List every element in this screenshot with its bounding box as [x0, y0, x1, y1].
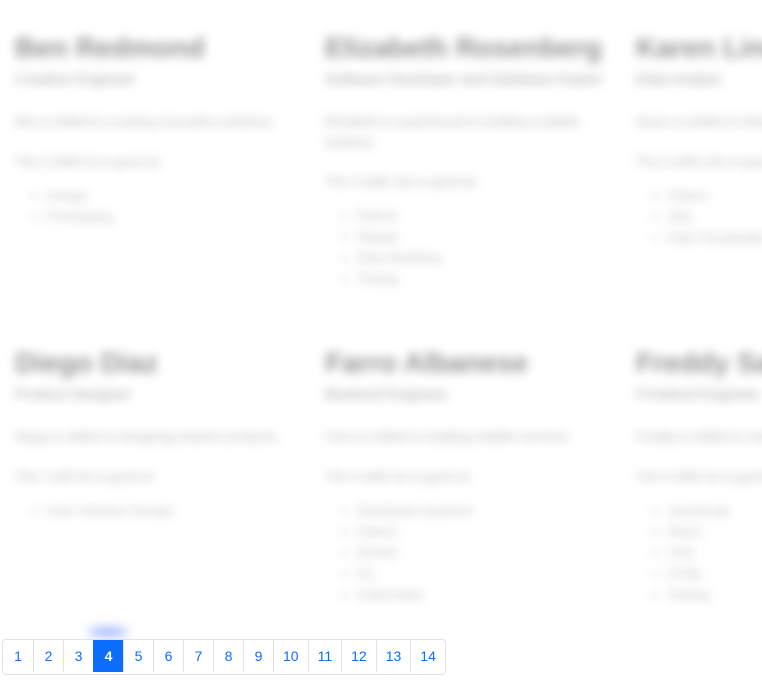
page-button-13[interactable]: 13: [375, 640, 411, 672]
card-description: Elizabeth is experienced in building sca…: [325, 114, 580, 149]
focus-glow: [88, 627, 128, 637]
card-description: Karen is skilled in interpreting data.: [636, 114, 762, 129]
page-button-10[interactable]: 10: [273, 640, 308, 672]
skill-item: Python: [357, 521, 615, 542]
skill-item: Testing: [357, 268, 615, 289]
team-card: Elizabeth Rosenberg Software Developer a…: [325, 32, 615, 289]
page-button-3[interactable]: 3: [63, 640, 93, 672]
card-skills-heading: The 4 skills she is good at:: [325, 174, 479, 189]
skill-item: Python: [357, 205, 615, 226]
card-role: Backend Engineer: [325, 386, 448, 403]
card-role: Software Developer and Database Expert: [325, 71, 602, 88]
skill-item: Django: [357, 226, 615, 247]
skill-item: React: [668, 521, 762, 542]
page-button-11[interactable]: 11: [307, 640, 342, 672]
skill-item: Docker: [357, 542, 615, 563]
card-description: Ben is skilled in creating innovative so…: [15, 114, 276, 129]
skill-item: Python: [668, 185, 762, 206]
card-name: Diego Diaz: [15, 347, 159, 378]
team-card: Diego Diaz Product Designer Diego is ski…: [15, 347, 305, 521]
pagination: 1 2 3 4 5 6 7 8 9 10 11 12 13 14: [2, 639, 446, 675]
card-skills-heading: The 2 skills he is good at:: [15, 154, 162, 169]
card-skills-heading: The 1 skill he is good at:: [15, 469, 156, 484]
skill-item: Data Modeling: [357, 247, 615, 268]
page: Ben Redmond Creative Engineer Ben is ski…: [0, 0, 762, 681]
page-button-2[interactable]: 2: [33, 640, 63, 672]
skill-item: SQL: [668, 206, 762, 227]
skill-item: Go: [357, 563, 615, 584]
page-button-14[interactable]: 14: [410, 640, 445, 672]
skill-item: CSS: [668, 542, 762, 563]
page-button-4[interactable]: 4: [93, 640, 123, 672]
skill-item: Kubernetes: [357, 584, 615, 605]
card-skills-list: JavaScript React CSS HTML Testing: [636, 500, 762, 605]
skill-item: HTML: [668, 563, 762, 584]
card-description: Diego is skilled in designing intuitive …: [15, 429, 280, 444]
card-name: Elizabeth Rosenberg: [325, 32, 602, 63]
team-card: Freddy Santos Frontend Engineer Freddy i…: [636, 347, 762, 605]
card-role: Frontend Engineer: [636, 386, 761, 403]
team-card: Ben Redmond Creative Engineer Ben is ski…: [15, 32, 305, 227]
card-skills-list: Design Prototyping: [15, 185, 305, 227]
skill-item: User Interface Design: [47, 500, 305, 521]
card-skills-heading: The 5 skills he is good at:: [325, 469, 472, 484]
card-skills-list: Distributed Systems Python Docker Go Kub…: [325, 500, 615, 605]
card-skills-list: Python SQL Data Visualization and Dashbo…: [636, 185, 762, 248]
card-skills-heading: The 3 skills she is good at:: [636, 154, 762, 169]
page-button-8[interactable]: 8: [213, 640, 243, 672]
skill-item: Prototyping: [47, 206, 305, 227]
card-skills-list: User Interface Design: [15, 500, 305, 521]
card-name: Freddy Santos: [636, 347, 762, 378]
page-button-7[interactable]: 7: [183, 640, 213, 672]
card-name: Karen Lind: [636, 32, 762, 63]
skill-item: Design: [47, 185, 305, 206]
team-cards-blurred: Ben Redmond Creative Engineer Ben is ski…: [0, 0, 762, 630]
skill-item: Distributed Systems: [357, 500, 615, 521]
page-button-6[interactable]: 6: [153, 640, 183, 672]
team-card: Karen Lind Data Analyst Karen is skilled…: [636, 32, 762, 248]
skill-item: Testing: [668, 584, 762, 605]
card-name: Farro Albanese: [325, 347, 528, 378]
page-button-9[interactable]: 9: [243, 640, 273, 672]
page-button-12[interactable]: 12: [341, 640, 376, 672]
skill-item: Data Visualization and Dashboards: [668, 227, 762, 248]
page-button-5[interactable]: 5: [123, 640, 153, 672]
card-skills-heading: The 5 skills he is good at:: [636, 469, 762, 484]
card-description: Freddy is skilled in crafting interfaces…: [636, 429, 762, 444]
card-role: Product Designer: [15, 386, 131, 403]
card-role: Data Analyst: [636, 71, 721, 88]
page-button-1[interactable]: 1: [3, 640, 33, 672]
card-skills-list: Python Django Data Modeling Testing: [325, 205, 615, 289]
card-role: Creative Engineer: [15, 71, 136, 88]
card-description: Farro is skilled in building reliable se…: [325, 429, 572, 444]
skill-item: JavaScript: [668, 500, 762, 521]
team-card: Farro Albanese Backend Engineer Farro is…: [325, 347, 615, 605]
card-name: Ben Redmond: [15, 32, 205, 63]
